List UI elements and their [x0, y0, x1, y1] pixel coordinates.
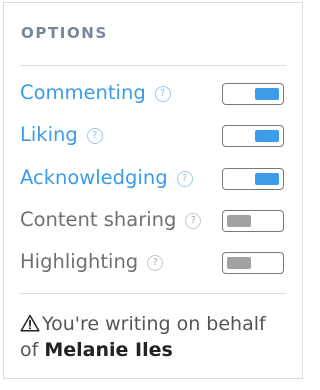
- options-panel: OPTIONS Commenting? Liking? Acknowledgin…: [3, 2, 303, 379]
- toggle-highlighting[interactable]: [222, 252, 284, 274]
- toggle-knob: [255, 130, 279, 142]
- options-divider-bottom: [20, 293, 286, 294]
- option-row-commenting[interactable]: Commenting?: [20, 78, 286, 108]
- options-divider-top: [20, 65, 286, 66]
- option-label-liking: Liking: [20, 123, 78, 146]
- option-row-content-sharing[interactable]: Content sharing?: [20, 205, 286, 235]
- option-row-highlighting[interactable]: Highlighting?: [20, 247, 286, 277]
- toggle-commenting[interactable]: [222, 83, 284, 105]
- help-icon[interactable]: ?: [86, 128, 103, 144]
- toggle-knob: [255, 173, 279, 185]
- option-label-content-sharing: Content sharing: [20, 208, 177, 231]
- toggle-liking[interactable]: [222, 125, 284, 147]
- toggle-knob: [227, 257, 251, 269]
- on-behalf-notice: You're writing on behalf of Melanie Iles: [20, 312, 290, 362]
- help-icon[interactable]: ?: [147, 255, 164, 271]
- option-label-acknowledging: Acknowledging: [20, 166, 168, 189]
- option-row-liking[interactable]: Liking?: [20, 120, 286, 150]
- notice-person-name: Melanie Iles: [44, 339, 173, 361]
- help-icon[interactable]: ?: [176, 171, 193, 187]
- help-icon[interactable]: ?: [154, 86, 171, 102]
- toggle-acknowledging[interactable]: [222, 168, 284, 190]
- options-title: OPTIONS: [21, 24, 108, 42]
- toggle-knob: [227, 215, 251, 227]
- option-row-acknowledging[interactable]: Acknowledging?: [20, 163, 286, 193]
- help-icon[interactable]: ?: [185, 213, 202, 229]
- option-label-highlighting: Highlighting: [20, 250, 139, 273]
- warning-icon: [20, 314, 40, 338]
- option-label-commenting: Commenting: [20, 81, 146, 104]
- toggle-content-sharing[interactable]: [222, 210, 284, 232]
- toggle-knob: [255, 88, 279, 100]
